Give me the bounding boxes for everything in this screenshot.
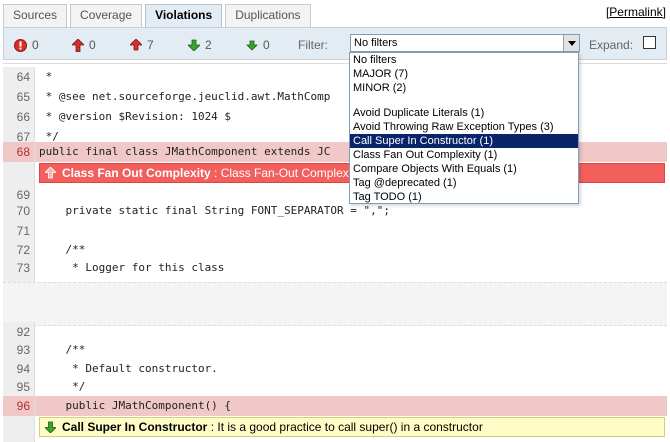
violation-message: : Class Fan-Out Complex [210,166,349,180]
minor-filter[interactable]: 2 [188,38,212,52]
collapsed-lines-gap [3,282,667,326]
line-source: */ [39,380,86,393]
critical-count: 0 [89,38,96,52]
code-line: 71 [3,221,667,241]
line-source: public JMathComponent() { [35,396,667,416]
info-count: 0 [263,38,270,52]
dropdown-option[interactable]: No filters [350,53,578,67]
critical-up-arrow-icon [72,38,84,52]
line-number: 73 [3,258,35,278]
violation-message: : It is a good practice to call super() … [207,420,483,434]
violation-call-super[interactable]: Call Super In Constructor : It is a good… [39,417,665,437]
dropdown-option[interactable]: Class Fan Out Complexity (1) [350,148,578,162]
major-count: 7 [147,38,154,52]
tab-sources[interactable]: Sources [3,4,68,27]
line-number: 66 [3,107,35,127]
line-number-blank [3,162,35,185]
permalink-close-bracket: ] [662,5,666,19]
major-filter[interactable]: 7 [130,38,154,52]
filter-label: Filter: [298,38,328,52]
tab-duplications[interactable]: Duplications [225,4,311,27]
line-number: 65 [3,87,35,107]
info-filter[interactable]: 0 [246,38,270,52]
dropdown-separator [350,95,578,106]
info-down-arrow-icon [246,40,258,51]
dropdown-option[interactable]: Tag TODO (1) [350,190,578,204]
filter-select[interactable]: No filters [350,34,580,52]
dropdown-option[interactable]: MAJOR (7) [350,67,578,81]
line-number: 92 [3,322,35,342]
critical-filter[interactable]: 0 [72,38,96,52]
line-source: /** [39,343,86,356]
minor-down-arrow-icon [45,421,56,433]
code-line: 72 /** [3,240,667,260]
line-source: private static final String FONT_SEPARAT… [39,204,390,217]
dropdown-option[interactable]: Compare Objects With Equals (1) [350,162,578,176]
code-line: 95 */ [3,377,667,397]
major-up-arrow-icon [45,167,56,179]
line-source [35,322,667,342]
line-number: 93 [3,340,35,360]
line-source: * Default constructor. [39,362,218,375]
line-number: 64 [3,67,35,87]
expand-label: Expand: [589,38,634,52]
code-line: 70 private static final String FONT_SEPA… [3,201,667,221]
dropdown-option[interactable]: Tag @deprecated (1) [350,176,578,190]
line-number: 71 [3,221,35,241]
line-source: * Logger for this class [39,261,225,274]
blocker-count: 0 [32,38,39,52]
line-source: /** [39,243,86,256]
filter-select-value: No filters [354,37,398,49]
permalink-label: Permalink [609,5,663,19]
line-source [35,221,667,241]
expand-checkbox[interactable] [643,36,656,49]
line-number: 94 [3,359,35,379]
line-number: 72 [3,240,35,260]
code-line: 92 [3,322,667,342]
code-line: 93 /** [3,340,667,360]
permalink-link[interactable]: [Permalink] [606,5,666,19]
code-line: 73 * Logger for this class [3,258,667,278]
dropdown-option[interactable]: Avoid Duplicate Literals (1) [350,106,578,120]
violation-title: Call Super In Constructor [62,420,208,434]
code-line-violation: 96 public JMathComponent() { [3,396,667,416]
tab-bar: Sources Coverage Violations Duplications [3,4,314,27]
dropdown-option[interactable]: Avoid Throwing Raw Exception Types (3) [350,120,578,134]
chevron-down-icon[interactable] [563,35,579,51]
line-number-blank [3,416,35,442]
code-line: 94 * Default constructor. [3,359,667,379]
filter-dropdown-list: No filters MAJOR (7) MINOR (2) Avoid Dup… [349,52,579,204]
minor-down-arrow-icon [188,39,200,51]
line-number: 70 [3,201,35,221]
tab-violations[interactable]: Violations [145,4,223,27]
violation-title: Class Fan Out Complexity [62,166,211,180]
tab-coverage[interactable]: Coverage [70,4,143,27]
line-number: 68 [3,142,35,162]
dropdown-option[interactable]: MINOR (2) [350,81,578,95]
blocker-filter[interactable]: 0 [14,38,39,52]
minor-count: 2 [205,38,212,52]
line-number: 96 [3,396,35,416]
dropdown-option-selected[interactable]: Call Super In Constructor (1) [350,134,578,148]
blocker-icon [14,38,27,52]
major-up-arrow-icon [130,39,142,51]
line-number: 95 [3,377,35,397]
